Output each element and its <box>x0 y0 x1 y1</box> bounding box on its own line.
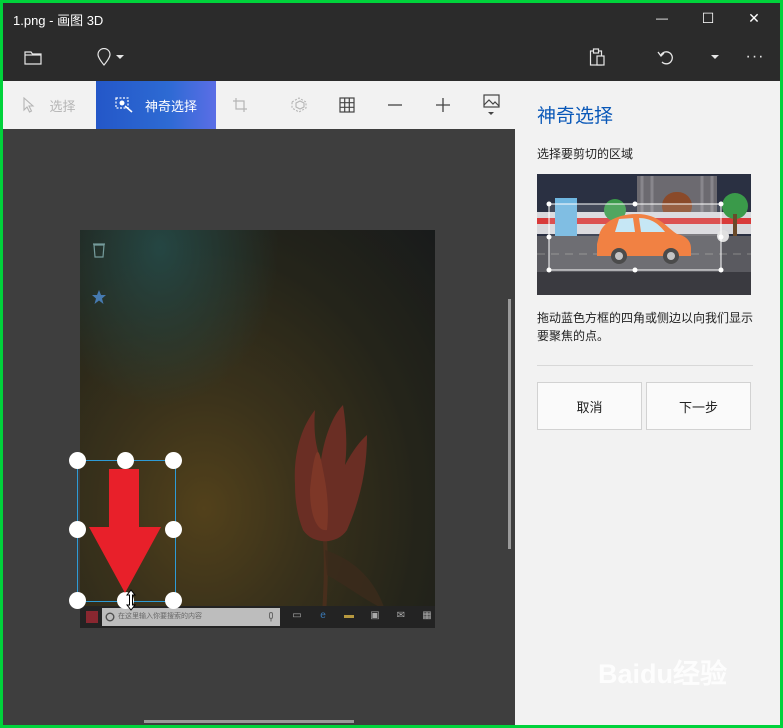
open-button[interactable] <box>17 41 49 73</box>
car-scene-illustration <box>537 174 751 295</box>
zoom-in-tool[interactable] <box>427 81 459 129</box>
panel-description: 拖动蓝色方框的四角或侧边以向我们显示要聚焦的点。 <box>537 311 754 343</box>
minus-icon <box>388 104 402 106</box>
select-tool[interactable]: 选择 <box>3 81 96 129</box>
crop-tool[interactable] <box>224 81 256 129</box>
panel-title: 神奇选择 <box>537 106 614 127</box>
horizontal-scrollbar[interactable] <box>144 720 354 723</box>
stickers-menu-button[interactable] <box>91 41 131 73</box>
selection-handle-left[interactable] <box>69 521 86 538</box>
crop-icon <box>233 98 247 112</box>
selection-handle-top-left[interactable] <box>69 452 86 469</box>
3d-select-icon <box>291 97 307 113</box>
more-icon: ··· <box>745 48 765 65</box>
selection-handle-top-right[interactable] <box>165 452 182 469</box>
paint3d-window: 1.png - 画图 3D — ☐ ✕ ··· 选择 神奇选择 在这里输入你要搜… <box>3 3 780 725</box>
panel-step-label: 选择要剪切的区域 <box>537 147 634 161</box>
app-bar: ··· <box>3 33 780 81</box>
watermark-text: Baidu经验 <box>598 659 728 689</box>
vertical-scrollbar[interactable] <box>508 299 511 549</box>
image-view-tool[interactable] <box>475 81 507 129</box>
close-icon: ✕ <box>748 9 760 26</box>
close-button[interactable]: ✕ <box>731 3 777 33</box>
selection-handle-bottom-left[interactable] <box>69 592 86 609</box>
panel-illustration <box>537 174 751 295</box>
selection-handle-bottom-right[interactable] <box>165 592 182 609</box>
toolbar: 选择 神奇选择 <box>3 81 515 129</box>
maximize-button[interactable]: ☐ <box>685 3 731 33</box>
panel-divider <box>537 365 753 366</box>
undo-icon <box>657 51 673 65</box>
image-icon <box>482 94 500 108</box>
plus-icon <box>436 98 450 112</box>
more-button[interactable]: ··· <box>739 41 771 73</box>
title-bar: 1.png - 画图 3D — ☐ ✕ <box>3 3 780 33</box>
next-button[interactable]: 下一步 <box>646 382 751 430</box>
window-title: 1.png - 画图 3D <box>13 13 104 28</box>
chevron-down-icon <box>711 55 719 59</box>
cursor-icon <box>23 97 35 113</box>
zoom-out-tool[interactable] <box>379 81 411 129</box>
select-tool-label: 选择 <box>49 98 76 114</box>
grid-icon <box>339 97 355 113</box>
magic-select-panel: 神奇选择 选择要剪切的区域 拖动蓝色方框的四角或侧边以向我们显示要聚焦的点。 取… <box>515 81 780 725</box>
selection-handle-right[interactable] <box>165 521 182 538</box>
baidu-watermark: Baidu经验 <box>598 652 727 691</box>
3d-select-tool[interactable] <box>283 81 315 129</box>
paste-button[interactable] <box>581 41 613 73</box>
undo-button[interactable] <box>649 41 681 73</box>
paste-icon <box>589 48 605 66</box>
magic-select-tool[interactable]: 神奇选择 <box>96 81 216 129</box>
maximize-icon: ☐ <box>701 9 715 26</box>
minimize-button[interactable]: — <box>639 3 685 33</box>
cancel-button[interactable]: 取消 <box>537 382 642 430</box>
magic-select-label: 神奇选择 <box>144 98 197 114</box>
chevron-down-icon <box>488 112 494 115</box>
history-menu-button[interactable] <box>699 41 731 73</box>
resize-cursor-icon <box>125 589 137 611</box>
red-down-arrow <box>89 469 161 593</box>
grid-tool[interactable] <box>331 81 363 129</box>
canvas-area[interactable]: 在这里输入你要搜索的内容 ▭ e ▬ ▣ ✉ ▦ <box>3 129 515 725</box>
folder-icon <box>24 50 42 65</box>
chevron-down-icon <box>116 55 124 59</box>
selection-handle-top[interactable] <box>117 452 134 469</box>
pin-icon <box>97 48 111 66</box>
magic-select-icon <box>115 97 133 113</box>
minimize-icon: — <box>656 11 668 25</box>
